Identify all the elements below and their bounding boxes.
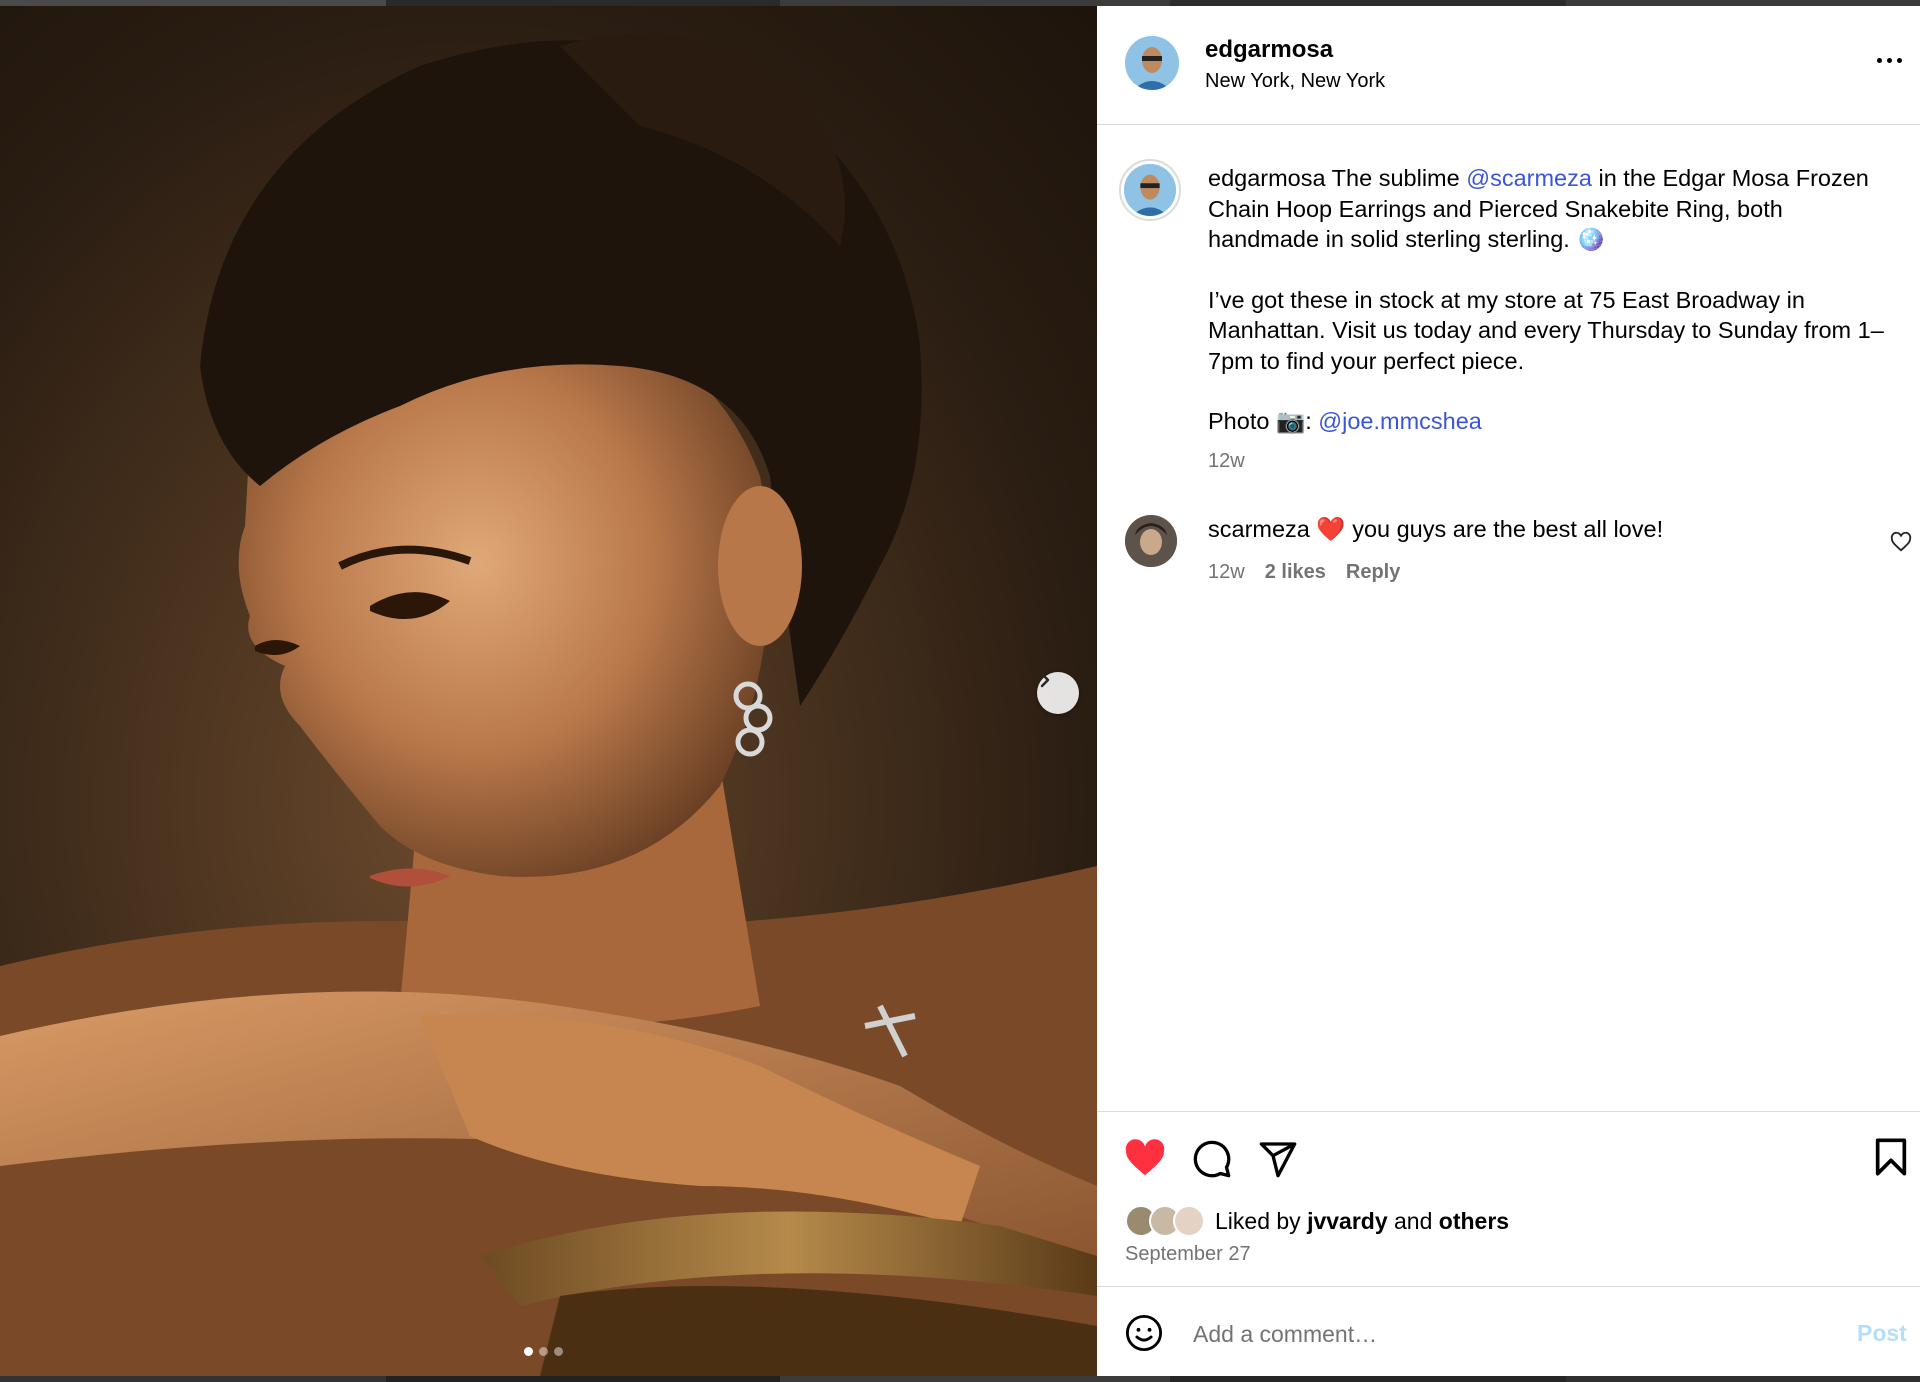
liked-by-middle: and [1387, 1207, 1439, 1234]
mention-link[interactable]: @joe.mmcshea [1318, 408, 1482, 434]
more-icon-dot [1887, 57, 1892, 63]
carousel-dot [554, 1347, 563, 1356]
caption-text: Photo 📷: [1208, 408, 1319, 434]
liked-by-text[interactable]: Liked by jvvardy and others [1215, 1208, 1509, 1235]
post-photo[interactable] [0, 6, 1097, 1376]
avatar-image [1125, 515, 1177, 567]
comment-like-icon[interactable] [1890, 531, 1912, 553]
avatar-image [1124, 164, 1176, 216]
carousel-dots [524, 1347, 563, 1356]
comment-text: ❤️ you guys are the best all love! [1309, 516, 1664, 542]
caption-paragraph: I’ve got these in stock at my store at 7… [1208, 286, 1884, 374]
caption-username[interactable]: edgarmosa [1208, 165, 1326, 191]
liked-by-others[interactable]: others [1439, 1208, 1509, 1234]
comment-icon[interactable] [1192, 1139, 1232, 1179]
bookmark-icon[interactable] [1873, 1137, 1909, 1177]
caption-avatar[interactable] [1124, 164, 1176, 216]
post-header: edgarmosa New York, New York [1097, 6, 1920, 125]
caption-paragraph: Photo 📷: @joe.mmcshea [1208, 406, 1898, 437]
background-strip-bottom [0, 1376, 1920, 1382]
more-options-button[interactable] [1877, 50, 1911, 70]
author-avatar[interactable] [1125, 36, 1179, 90]
commenter-avatar[interactable] [1125, 515, 1177, 567]
caption-text: The sublime [1325, 165, 1467, 191]
post-caption: edgarmosa The sublime @scarmeza in the E… [1208, 163, 1898, 437]
post-comment-button[interactable]: Post [1857, 1320, 1907, 1347]
comment-box-divider [1097, 1286, 1920, 1287]
avatar-image [1125, 36, 1179, 90]
liked-by: Liked by jvvardy and others [1125, 1205, 1509, 1237]
author-username[interactable]: edgarmosa [1205, 36, 1333, 64]
chevron-right-icon [1040, 672, 1050, 688]
liker-avatar[interactable] [1173, 1205, 1205, 1237]
liked-by-user[interactable]: jvvardy [1307, 1208, 1388, 1234]
share-icon[interactable] [1258, 1139, 1298, 1179]
comment-meta: 12w 2 likes Reply [1208, 561, 1400, 584]
post-location[interactable]: New York, New York [1205, 70, 1385, 93]
comment-timestamp[interactable]: 12w [1208, 561, 1245, 584]
comment-username[interactable]: scarmeza [1208, 516, 1310, 542]
post-date[interactable]: September 27 [1125, 1243, 1251, 1266]
carousel-dot [539, 1347, 548, 1356]
carousel-dot [524, 1347, 533, 1356]
next-slide-button[interactable] [1037, 672, 1079, 714]
add-comment-input[interactable] [1191, 1311, 1815, 1357]
heart-icon[interactable] [1124, 1139, 1166, 1177]
actions-divider [1097, 1111, 1920, 1112]
reply-button[interactable]: Reply [1346, 561, 1400, 584]
caption-paragraph: edgarmosa The sublime @scarmeza in the E… [1208, 163, 1898, 255]
liked-by-prefix: Liked by [1215, 1207, 1308, 1234]
more-icon [1877, 57, 1882, 63]
emoji-icon[interactable] [1125, 1314, 1163, 1352]
comment-likes[interactable]: 2 likes [1265, 561, 1326, 584]
mention-link[interactable]: @scarmeza [1466, 165, 1592, 191]
comment: scarmeza ❤️ you guys are the best all lo… [1208, 515, 1663, 543]
caption-timestamp[interactable]: 12w [1208, 450, 1245, 473]
post-detail-panel: edgarmosa New York, New York edgarmosa T… [1097, 6, 1920, 1376]
portrait-illustration [0, 33, 1097, 1376]
more-icon-dot [1897, 57, 1902, 63]
